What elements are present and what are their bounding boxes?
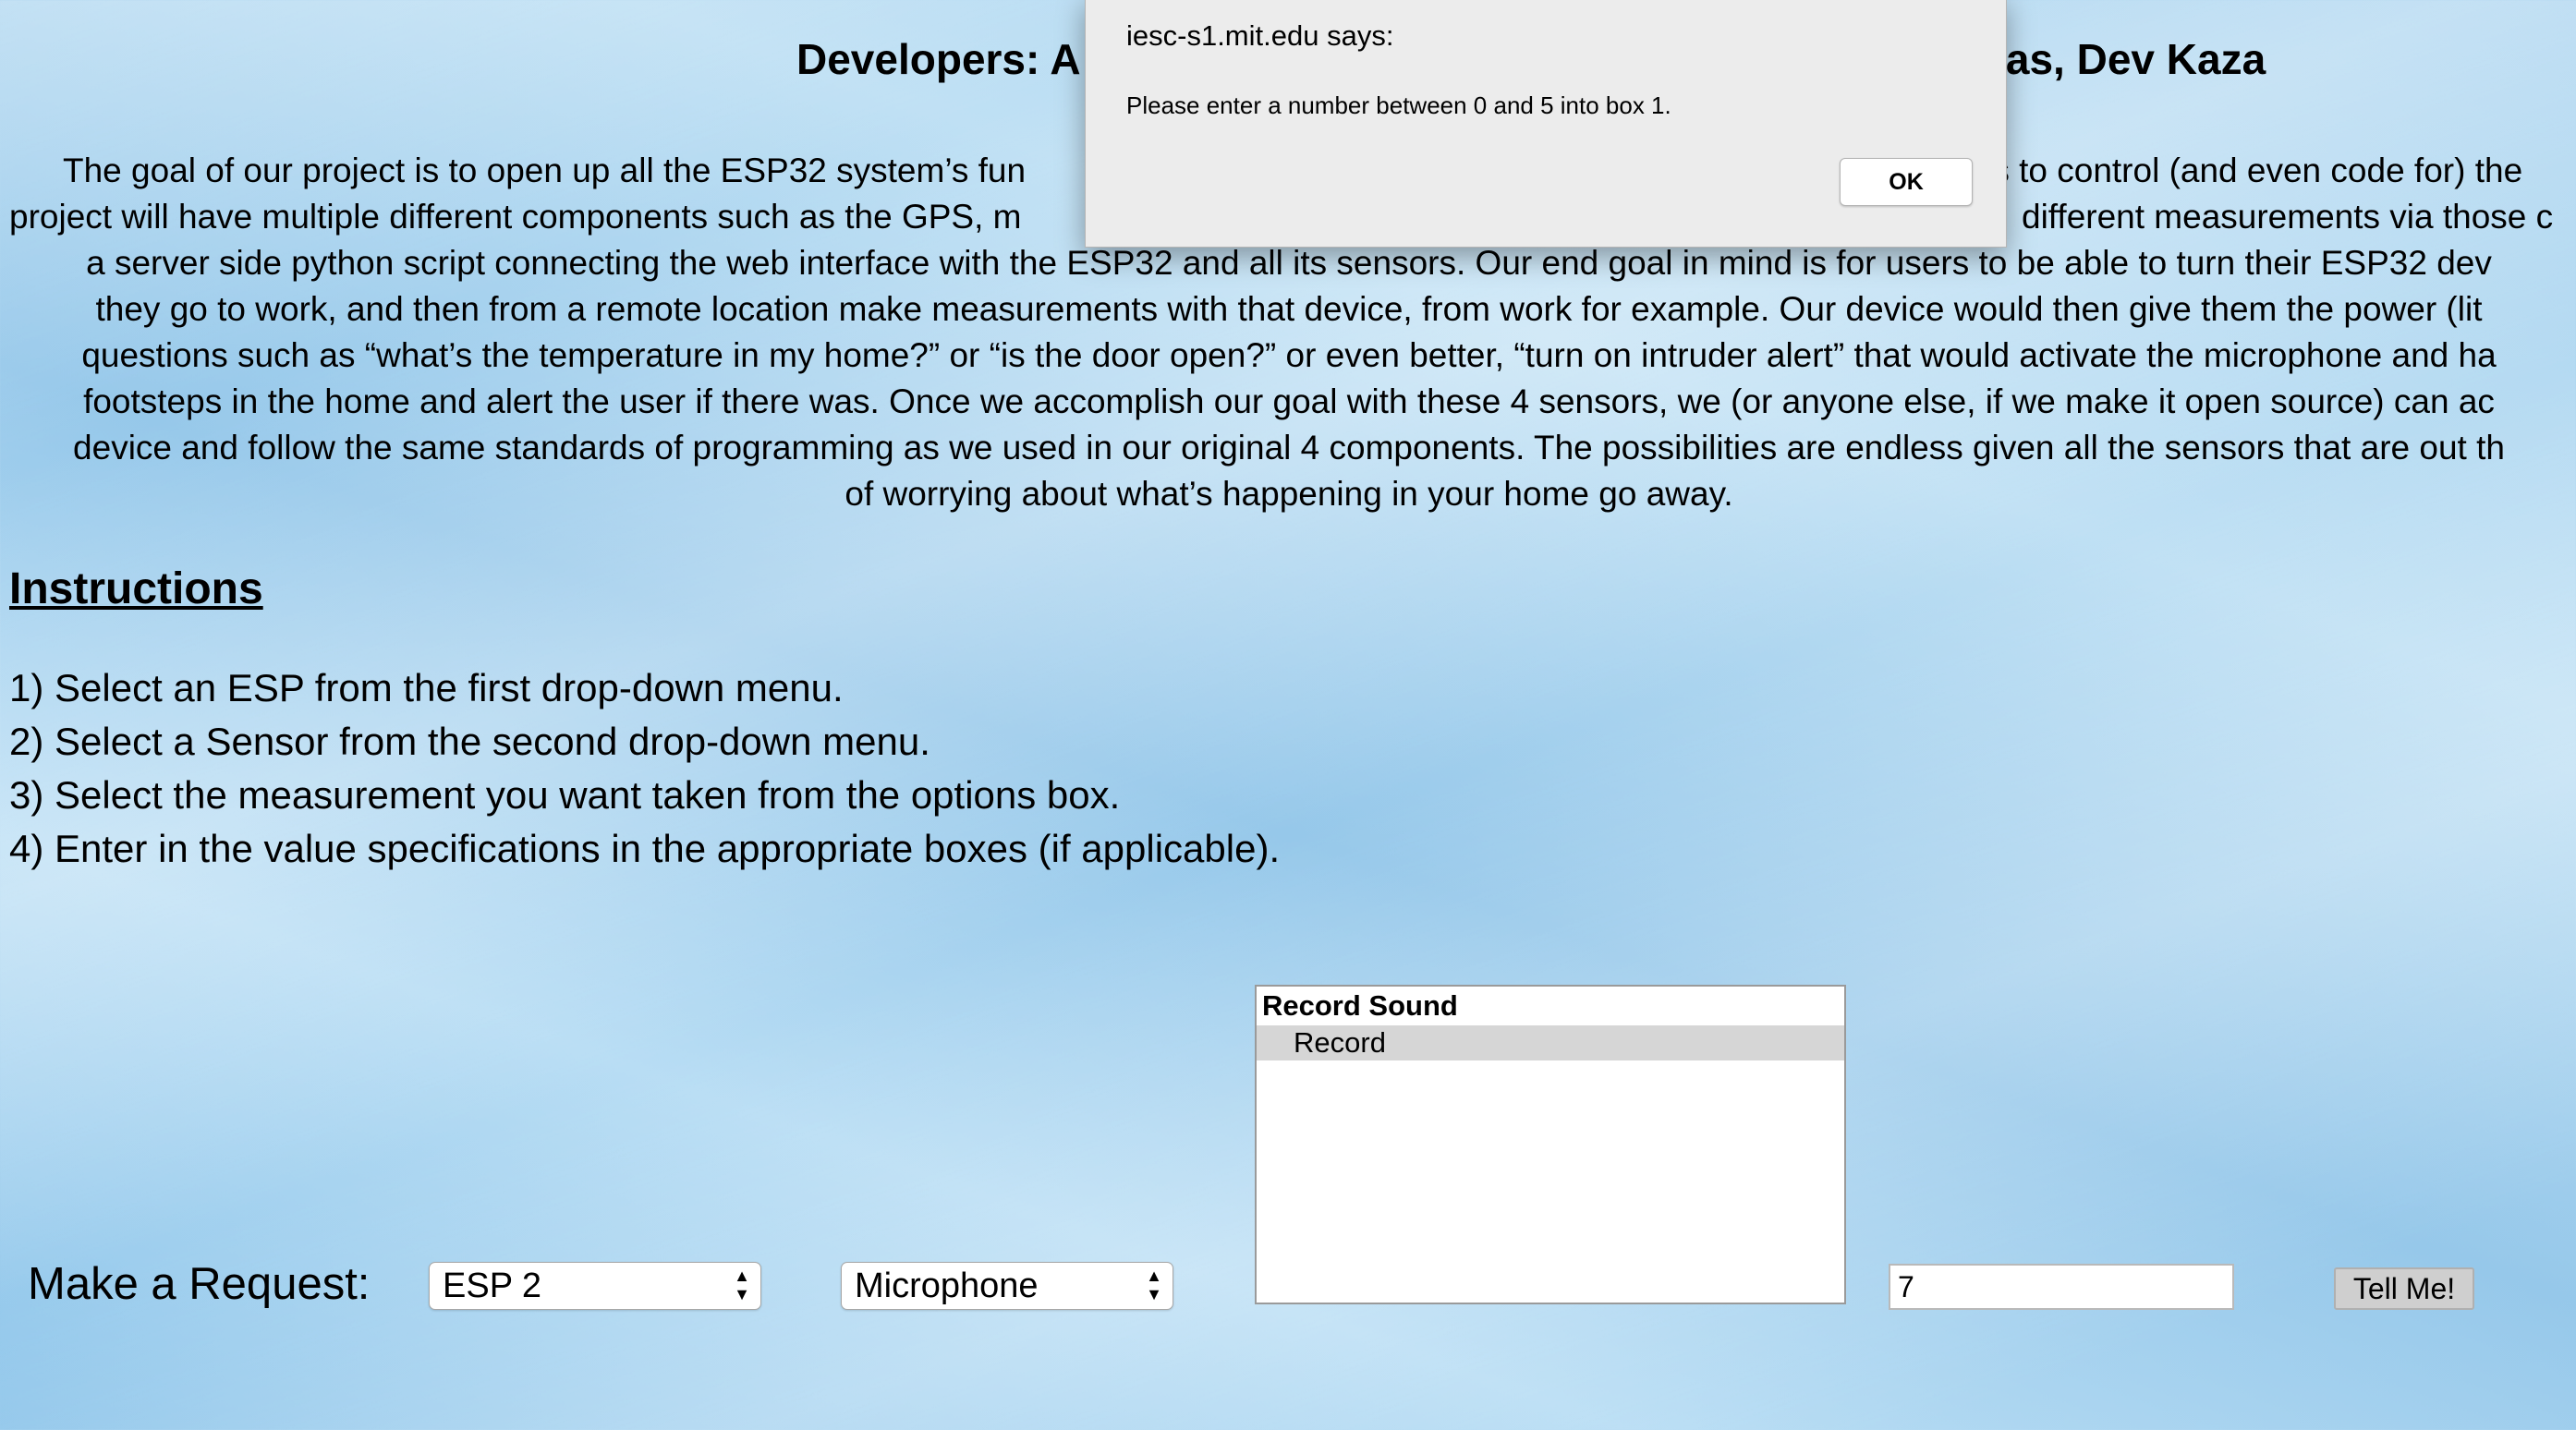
intro-line-5: questions such as “what’s the temperatur… [81,336,2497,374]
options-group-label: Record Sound [1262,989,1458,1022]
instruction-step-4: 4) Enter in the value specifications in … [9,827,1281,870]
intro-line-8: of worrying about what’s happening in yo… [844,475,1733,513]
instruction-step-3: 3) Select the measurement you want taken… [9,773,1121,817]
intro-fragment-right-2: different measurements via those c [2022,198,2554,236]
measurement-options-box[interactable]: Record Sound Record [1255,985,1846,1304]
esp-select-value: ESP 2 [443,1266,542,1305]
dialog-ok-button[interactable]: OK [1840,158,1973,206]
value-input-box-1[interactable]: 7 [1889,1264,2234,1310]
up-down-arrows-icon: ▲ ▼ [1146,1266,1162,1303]
dialog-message: Please enter a number between 0 and 5 in… [1126,91,1671,119]
sensor-select[interactable]: Microphone ▲ ▼ [841,1262,1173,1310]
make-request-label: Make a Request: [28,1259,371,1309]
instructions-heading: Instructions [9,564,263,613]
title-right-fragment: olas, Dev Kaza [1968,35,2266,83]
option-record[interactable]: Record [1257,1025,1844,1060]
intro-fragment-right-1: rs to control (and even code for) the [1981,151,2523,189]
instructions-list: 1) Select an ESP from the first drop-dow… [9,661,1280,876]
alert-dialog: iesc-s1.mit.edu says: Please enter a num… [1085,0,2007,248]
intro-line-7: device and follow the same standards of … [73,429,2505,467]
intro-line-6: footsteps in the home and alert the user… [83,382,2495,420]
instruction-step-2: 2) Select a Sensor from the second drop-… [9,720,930,763]
up-down-arrows-icon: ▲ ▼ [734,1266,750,1303]
instruction-step-1: 1) Select an ESP from the first drop-dow… [9,666,844,709]
intro-line-4: they go to work, and then from a remote … [95,290,2483,328]
sensor-select-value: Microphone [855,1266,1039,1305]
title-left-fragment: Developers: A [796,35,1081,83]
dialog-title: iesc-s1.mit.edu says: [1126,19,1394,52]
tell-me-button[interactable]: Tell Me! [2334,1267,2474,1310]
esp-select[interactable]: ESP 2 ▲ ▼ [429,1262,761,1310]
